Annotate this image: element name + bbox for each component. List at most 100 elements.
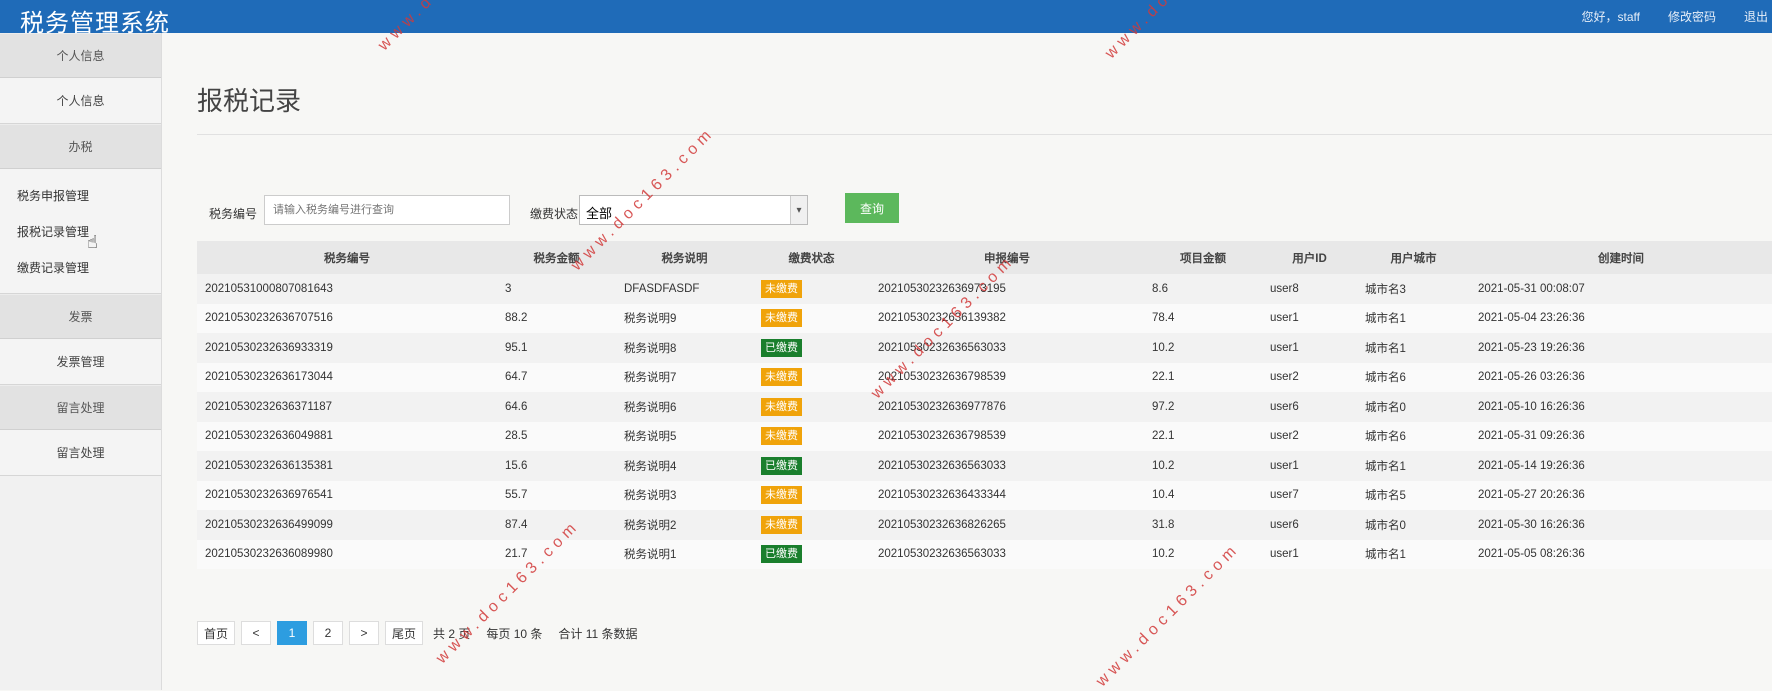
table-row: 2021053023263604988128.5税务说明5未缴费20210530… [197,422,1772,452]
table-cell: 10.2 [1144,333,1262,363]
column-header: 税务说明 [616,241,753,274]
table-cell: 20210530232636089980 [197,540,497,570]
logout-link[interactable]: 退出 [1744,8,1768,25]
table-row: 202105310008070816433DFASDFASDF未缴费202105… [197,274,1772,304]
table-cell: user8 [1262,274,1357,304]
table-cell: 2021-05-27 20:26:36 [1470,481,1772,511]
status-badge: 已缴费 [761,339,802,357]
status-select[interactable]: 全部 ▾ [579,195,808,225]
sidebar-item-personal-info[interactable]: 个人信息 [0,78,161,124]
table-cell: 20210530232636563033 [870,540,1144,570]
user-links: 您好，staff 修改密码 退出 [1554,0,1772,33]
table-cell: 2021-05-05 08:26:36 [1470,540,1772,570]
table-cell: 2021-05-10 16:26:36 [1470,392,1772,422]
table-cell: 2021-05-26 03:26:36 [1470,363,1772,393]
change-password-link[interactable]: 修改密码 [1668,8,1716,25]
last-page-button[interactable]: 尾页 [385,621,423,645]
tax-no-search-input[interactable] [264,195,510,225]
table-cell: 未缴费 [753,510,870,540]
status-badge: 未缴费 [761,427,802,445]
sidebar-item-messages[interactable]: 留言处理 [0,430,161,476]
table-row: 2021053023263649909987.4税务说明2未缴费20210530… [197,510,1772,540]
table-cell: user1 [1262,304,1357,334]
table-cell: 64.7 [497,363,616,393]
sidebar-item-tax-declaration[interactable]: 税务申报管理 [0,177,161,213]
table-cell: user1 [1262,333,1357,363]
table-cell: 87.4 [497,510,616,540]
table-cell: 20210531000807081643 [197,274,497,304]
title-divider [197,134,1772,135]
table-cell: 10.2 [1144,451,1262,481]
next-page-button[interactable]: > [349,621,379,645]
table-cell: 55.7 [497,481,616,511]
main-content: 报税记录 税务编号 缴费状态 全部 ▾ 查询 税务编号税务金额税务说明缴费状态申… [162,33,1772,690]
table-row: 2021053023263693331995.1税务说明8已缴费20210530… [197,333,1772,363]
table-cell: 税务说明8 [616,333,753,363]
sidebar-item-payment-records[interactable]: 缴费记录管理 [0,249,161,285]
table-cell: user7 [1262,481,1357,511]
column-header: 用户城市 [1357,241,1470,274]
sidebar-item-invoice[interactable]: 发票管理 [0,339,161,385]
table-cell: 10.2 [1144,540,1262,570]
table-cell: 22.1 [1144,422,1262,452]
sidebar-group-messages[interactable]: 留言处理 [0,385,161,430]
table-cell: 税务说明7 [616,363,753,393]
sidebar-group-personal[interactable]: 个人信息 [0,33,161,78]
table-cell: 8.6 [1144,274,1262,304]
table-cell: 税务说明6 [616,392,753,422]
table-cell: 2021-05-30 16:26:36 [1470,510,1772,540]
table-cell: 3 [497,274,616,304]
table-cell: 未缴费 [753,363,870,393]
table-cell: 20210530232636371187 [197,392,497,422]
table-cell: 2021-05-04 23:26:36 [1470,304,1772,334]
table-body: 202105310008070816433DFASDFASDF未缴费202105… [197,274,1772,569]
status-badge: 未缴费 [761,516,802,534]
table-row: 2021053023263697654155.7税务说明3未缴费20210530… [197,481,1772,511]
table-cell: 城市名1 [1357,540,1470,570]
table-cell: 78.4 [1144,304,1262,334]
table-cell: 未缴费 [753,274,870,304]
table-row: 2021053023263670751688.2税务说明9未缴费20210530… [197,304,1772,334]
table-cell: 20210530232636798539 [870,363,1144,393]
table-cell: 城市名3 [1357,274,1470,304]
table-cell: 20210530232636139382 [870,304,1144,334]
tax-no-label: 税务编号 [209,205,257,222]
column-header: 申报编号 [870,241,1144,274]
table-row: 2021053023263637118764.6税务说明6未缴费20210530… [197,392,1772,422]
table-cell: DFASDFASDF [616,274,753,304]
first-page-button[interactable]: 首页 [197,621,235,645]
table-row: 2021053023263617304464.7税务说明7 未缴费 20210530… [197,363,1772,393]
table-cell: 88.2 [497,304,616,334]
table-header-row: 税务编号税务金额税务说明缴费状态申报编号项目金额用户ID用户城市创建时间 [197,241,1772,274]
table-cell: 10.4 [1144,481,1262,511]
table-cell: 64.6 [497,392,616,422]
query-button[interactable]: 查询 [845,193,899,223]
table-cell: 2021-05-14 19:26:36 [1470,451,1772,481]
sidebar-item-tax-records[interactable]: 报税记录管理 [0,213,161,249]
table-cell: 20210530232636933319 [197,333,497,363]
table-cell: 22.1 [1144,363,1262,393]
status-badge: 未缴费 [761,368,802,386]
status-badge: 未缴费 [761,309,802,327]
table-row: 2021053023263608998021.7税务说明1已缴费20210530… [197,540,1772,570]
table-cell: 2021-05-23 19:26:36 [1470,333,1772,363]
column-header: 用户ID [1262,241,1357,274]
page-title: 报税记录 [197,81,301,118]
sidebar: 个人信息 个人信息 办税 税务申报管理 报税记录管理 缴费记录管理 发票 发票管… [0,33,162,690]
page-2-button[interactable]: 2 [313,621,343,645]
sidebar-group-invoice[interactable]: 发票 [0,294,161,339]
sidebar-subgroup-tax: 税务申报管理 报税记录管理 缴费记录管理 [0,169,161,294]
table-cell: 95.1 [497,333,616,363]
table-cell: 20210530232636826265 [870,510,1144,540]
table-cell: user2 [1262,422,1357,452]
table-cell: 税务说明3 [616,481,753,511]
column-header: 项目金额 [1144,241,1262,274]
table-cell: 20210530232636173044 [197,363,497,393]
prev-page-button[interactable]: < [241,621,271,645]
sidebar-group-tax[interactable]: 办税 [0,124,161,169]
table-cell: 未缴费 [753,392,870,422]
table-cell: 2021-05-31 00:08:07 [1470,274,1772,304]
table-cell: 20210530232636135381 [197,451,497,481]
table-cell: 20210530232636976541 [197,481,497,511]
page-1-button[interactable]: 1 [277,621,307,645]
